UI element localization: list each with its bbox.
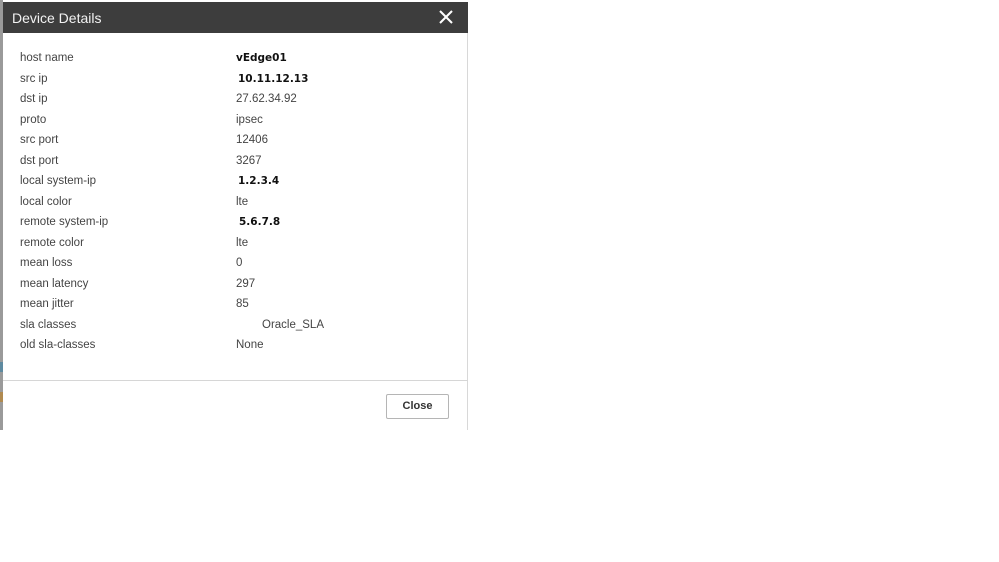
detail-row-old-sla-classes: old sla-classes None	[20, 337, 460, 358]
detail-row-sla-classes: sla classes Oracle_SLA	[20, 317, 460, 338]
device-details-list: host name vEdge01 src ip 10.11.12.13 dst…	[20, 50, 460, 358]
detail-value: 85	[236, 298, 249, 310]
detail-label: mean latency	[20, 277, 89, 290]
detail-row-remote-color: remote color lte	[20, 235, 460, 256]
close-button[interactable]: Close	[386, 394, 449, 419]
detail-value: None	[236, 339, 264, 351]
detail-row-local-system-ip: local system-ip 1.2.3.4	[20, 173, 460, 194]
detail-value: lte	[236, 195, 249, 208]
dialog-header: Device Details	[3, 2, 468, 33]
detail-row-dst-ip: dst ip 27.62.34.92	[20, 91, 460, 112]
detail-value: 10.11.12.13	[238, 72, 309, 85]
detail-label: sla classes	[20, 318, 77, 331]
detail-label: old sla-classes	[20, 339, 96, 351]
detail-row-host-name: host name vEdge01	[20, 50, 460, 71]
dialog-title: Device Details	[12, 10, 102, 26]
device-details-dialog: Device Details host name vEdge01 src ip …	[3, 2, 468, 430]
detail-label: src port	[20, 134, 59, 146]
detail-value: ipsec	[236, 113, 263, 126]
detail-row-remote-system-ip: remote system-ip 5.6.7.8	[20, 214, 460, 235]
detail-value: Oracle_SLA	[262, 318, 325, 331]
detail-row-mean-loss: mean loss 0	[20, 255, 460, 276]
detail-value: lte	[236, 236, 249, 249]
detail-label: src ip	[20, 72, 48, 85]
detail-value: 5.6.7.8	[239, 216, 281, 228]
detail-value: 12406	[236, 134, 268, 146]
detail-label: dst port	[20, 154, 59, 167]
detail-label: remote color	[20, 236, 84, 249]
detail-label: mean jitter	[20, 298, 74, 310]
detail-value: 0	[236, 257, 243, 269]
detail-row-mean-latency: mean latency 297	[20, 276, 460, 297]
detail-value: 27.62.34.92	[236, 93, 297, 105]
detail-label: mean loss	[20, 257, 73, 269]
detail-value: 3267	[236, 154, 262, 167]
detail-row-dst-port: dst port 3267	[20, 153, 460, 174]
detail-row-src-ip: src ip 10.11.12.13	[20, 71, 460, 92]
close-icon[interactable]	[436, 7, 456, 27]
detail-label: local system-ip	[20, 175, 97, 187]
detail-row-src-port: src port 12406	[20, 132, 460, 153]
footer-divider	[3, 380, 468, 381]
detail-value: 1.2.3.4	[238, 175, 280, 187]
detail-value: vEdge01	[236, 52, 287, 64]
detail-label: dst ip	[20, 93, 48, 105]
detail-label: proto	[20, 113, 47, 126]
detail-label: remote system-ip	[20, 216, 109, 228]
detail-label: host name	[20, 52, 74, 64]
detail-row-proto: proto ipsec	[20, 112, 460, 133]
detail-label: local color	[20, 195, 72, 208]
detail-row-local-color: local color lte	[20, 194, 460, 215]
detail-row-mean-jitter: mean jitter 85	[20, 296, 460, 317]
detail-value: 297	[236, 277, 256, 290]
